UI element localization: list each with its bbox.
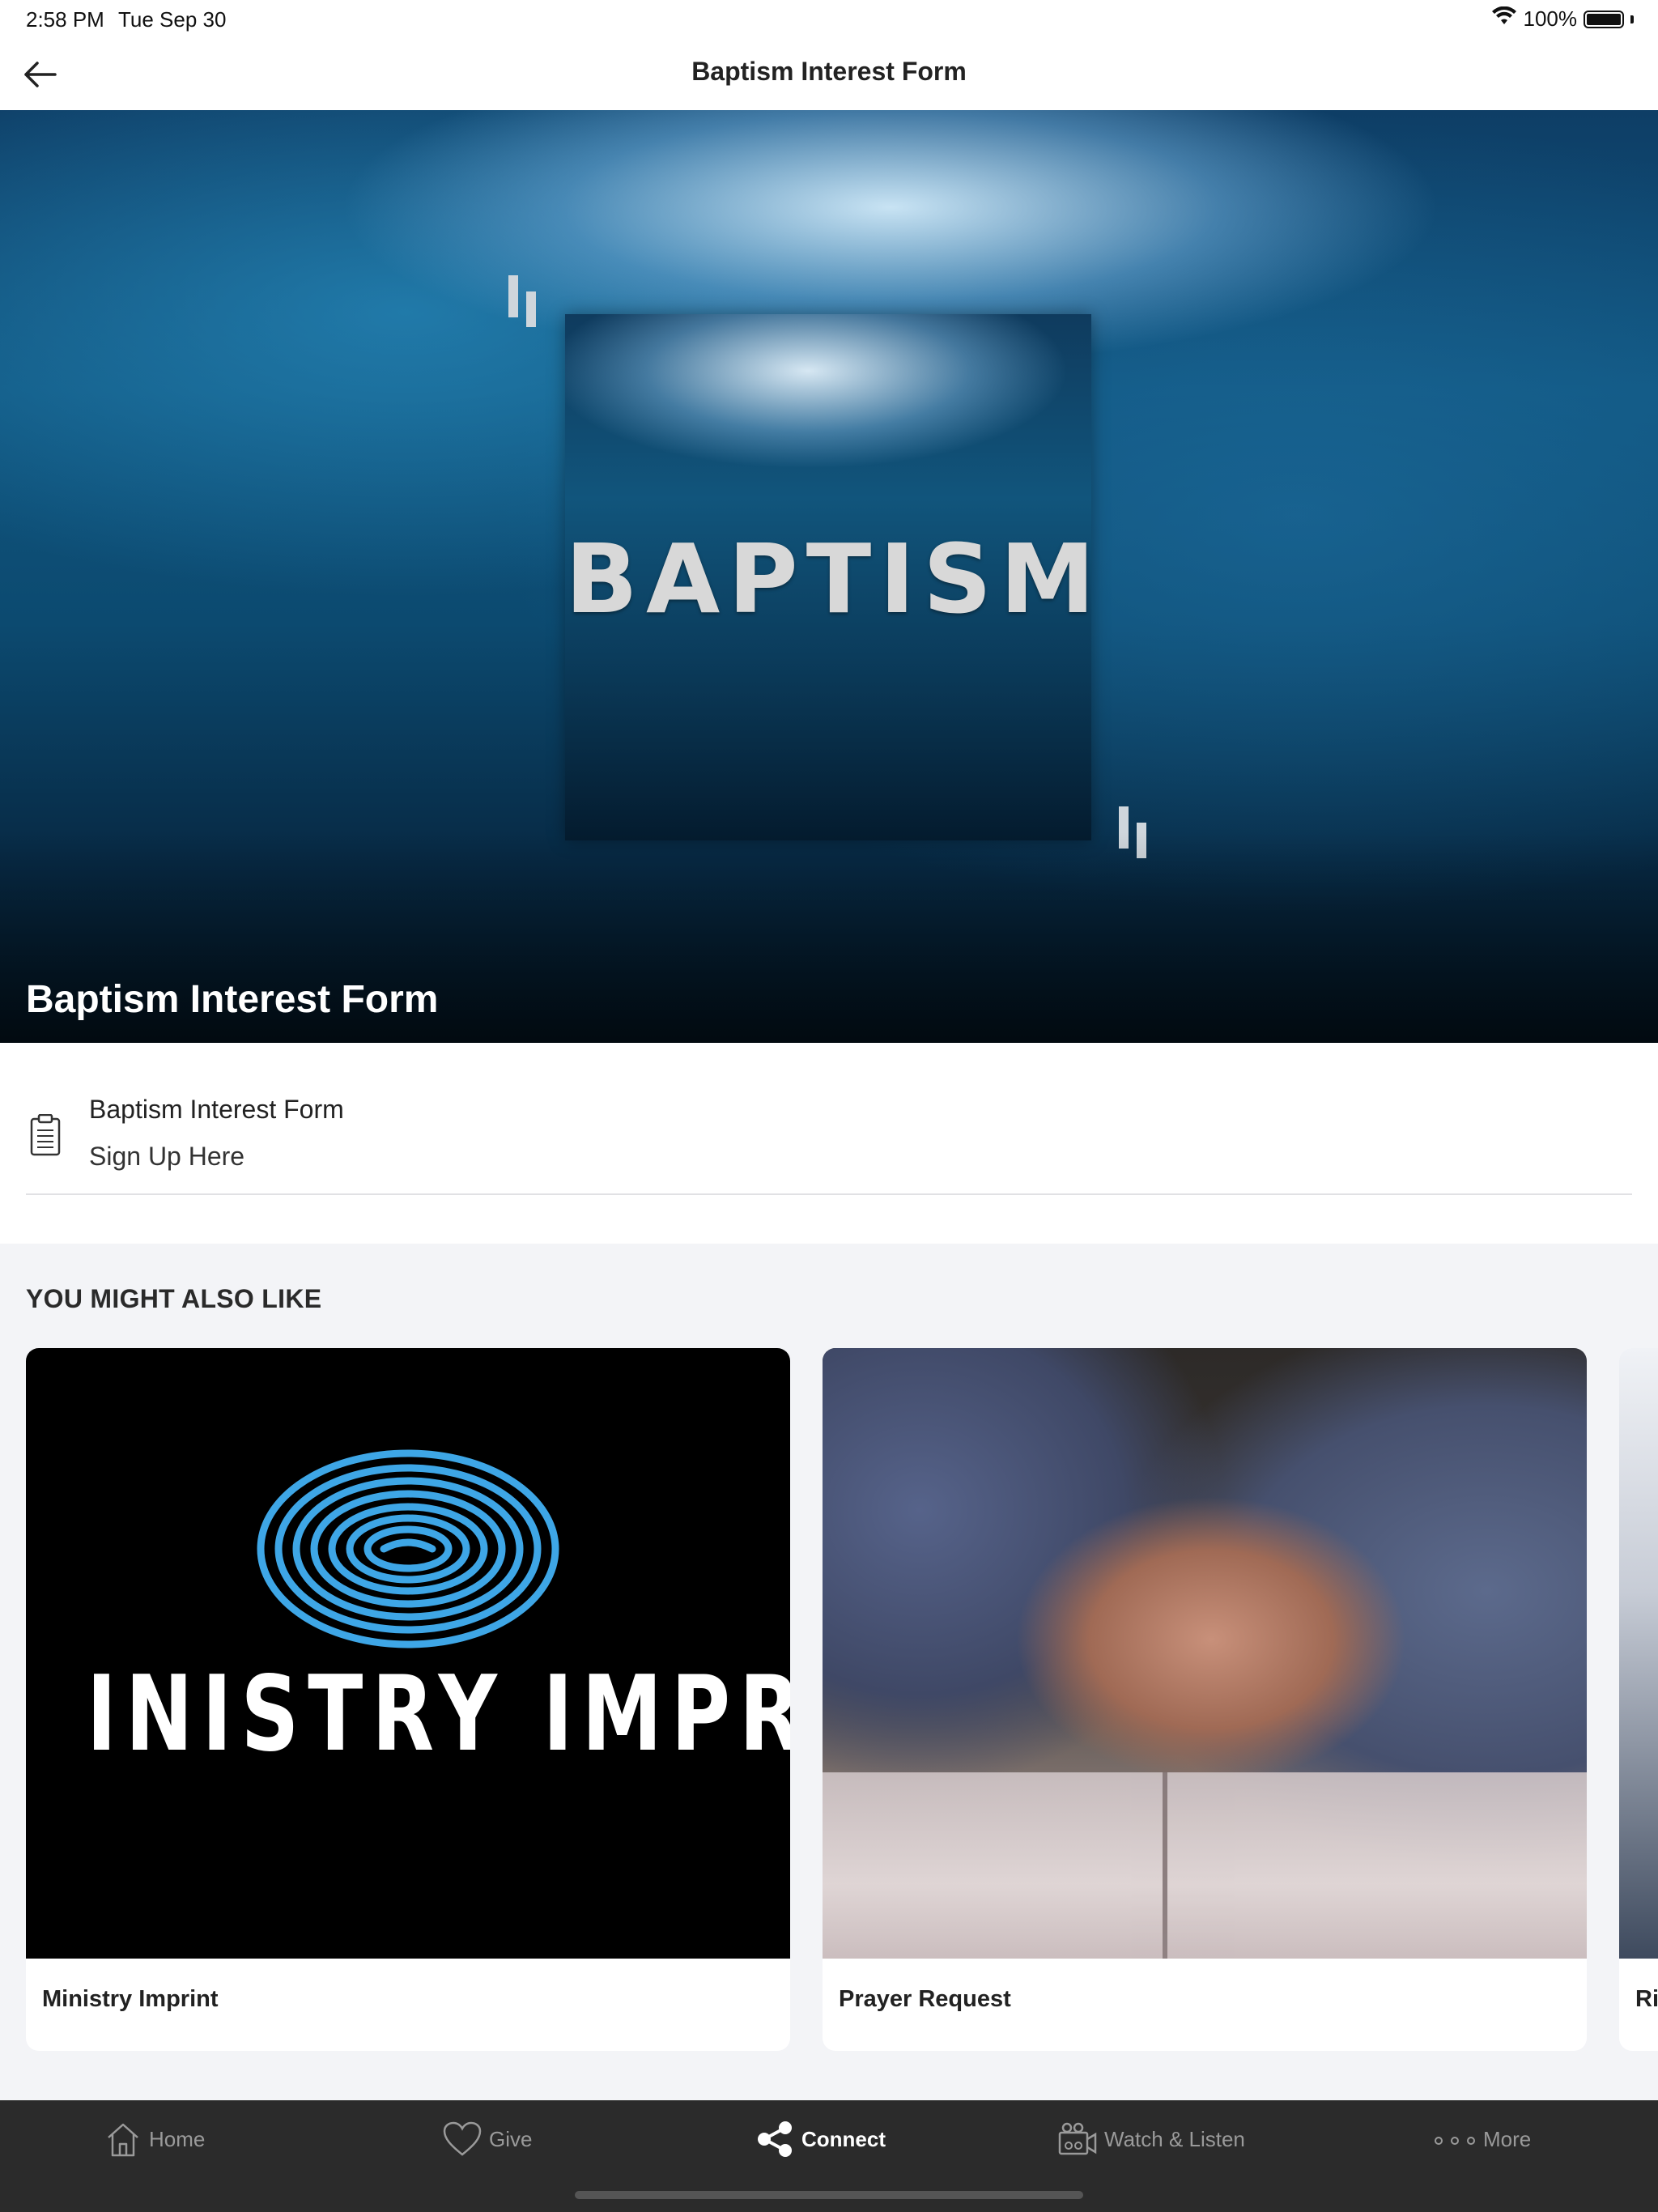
hero-image: BAPTISM Baptism Interest Form	[0, 110, 1658, 1043]
battery-percent: 100%	[1523, 6, 1578, 31]
decorative-mark	[508, 275, 518, 317]
more-dots-icon	[1435, 2137, 1475, 2145]
status-right: 100%	[1491, 6, 1634, 32]
open-bible-image	[823, 1772, 1587, 1959]
form-link-title: Baptism Interest Form	[89, 1095, 344, 1124]
card-image	[1619, 1348, 1658, 1959]
tab-label: Give	[489, 2126, 533, 2151]
form-link-subtitle: Sign Up Here	[89, 1142, 245, 1171]
form-section: Baptism Interest Form Sign Up Here	[0, 1043, 1658, 1244]
wifi-icon	[1491, 6, 1517, 32]
tab-watch-listen[interactable]: Watch & Listen	[1057, 2115, 1245, 2163]
tab-label: Connect	[801, 2126, 886, 2151]
status-time: 2:58 PM	[26, 7, 104, 32]
nav-bar: Baptism Interest Form	[0, 39, 1658, 110]
section-heading: YOU MIGHT ALSO LIKE	[26, 1284, 322, 1313]
tab-more[interactable]: More	[1433, 2115, 1531, 2163]
tab-label: Home	[149, 2126, 206, 2151]
related-card-prayer-request[interactable]: Prayer Request	[823, 1348, 1587, 2051]
status-date: Tue Sep 30	[118, 7, 227, 32]
related-card-ministry-imprint[interactable]: INISTRY IMPRIN Ministry Imprint	[26, 1348, 790, 2051]
card-label: Prayer Request	[839, 1986, 1011, 2012]
heart-icon	[443, 2121, 482, 2156]
form-link-row[interactable]: Baptism Interest Form Sign Up Here	[26, 1043, 1632, 1195]
home-icon	[108, 2123, 138, 2157]
baptism-artwork-text: BAPTISM	[565, 523, 1103, 635]
video-camera-icon	[1058, 2122, 1097, 2155]
baptism-artwork: BAPTISM	[565, 314, 1103, 840]
card-image-text: INISTRY IMPRIN	[86, 1654, 790, 1775]
fingerprint-icon	[257, 1449, 559, 1648]
home-indicator	[575, 2191, 1083, 2199]
clipboard-icon	[30, 1114, 61, 1156]
tab-give[interactable]: Give	[442, 2115, 532, 2163]
card-image: INISTRY IMPRIN	[26, 1348, 790, 1959]
related-card-partial[interactable]: Ri	[1619, 1348, 1658, 2051]
page-title: Baptism Interest Form	[691, 57, 967, 86]
card-label: Ministry Imprint	[42, 1986, 219, 2012]
tab-connect[interactable]: Connect	[755, 2115, 886, 2163]
share-icon	[758, 2121, 792, 2157]
decorative-mark	[526, 291, 536, 327]
tab-label: More	[1483, 2126, 1532, 2151]
battery-icon	[1584, 10, 1624, 28]
tab-home[interactable]: Home	[104, 2115, 205, 2163]
card-label: Ri	[1635, 1986, 1658, 2012]
card-image	[823, 1348, 1587, 1959]
tab-label: Watch & Listen	[1104, 2126, 1245, 2151]
hero-title: Baptism Interest Form	[26, 978, 439, 1021]
status-bar: 2:58 PM Tue Sep 30 100%	[0, 0, 1658, 39]
battery-tip	[1630, 15, 1634, 23]
